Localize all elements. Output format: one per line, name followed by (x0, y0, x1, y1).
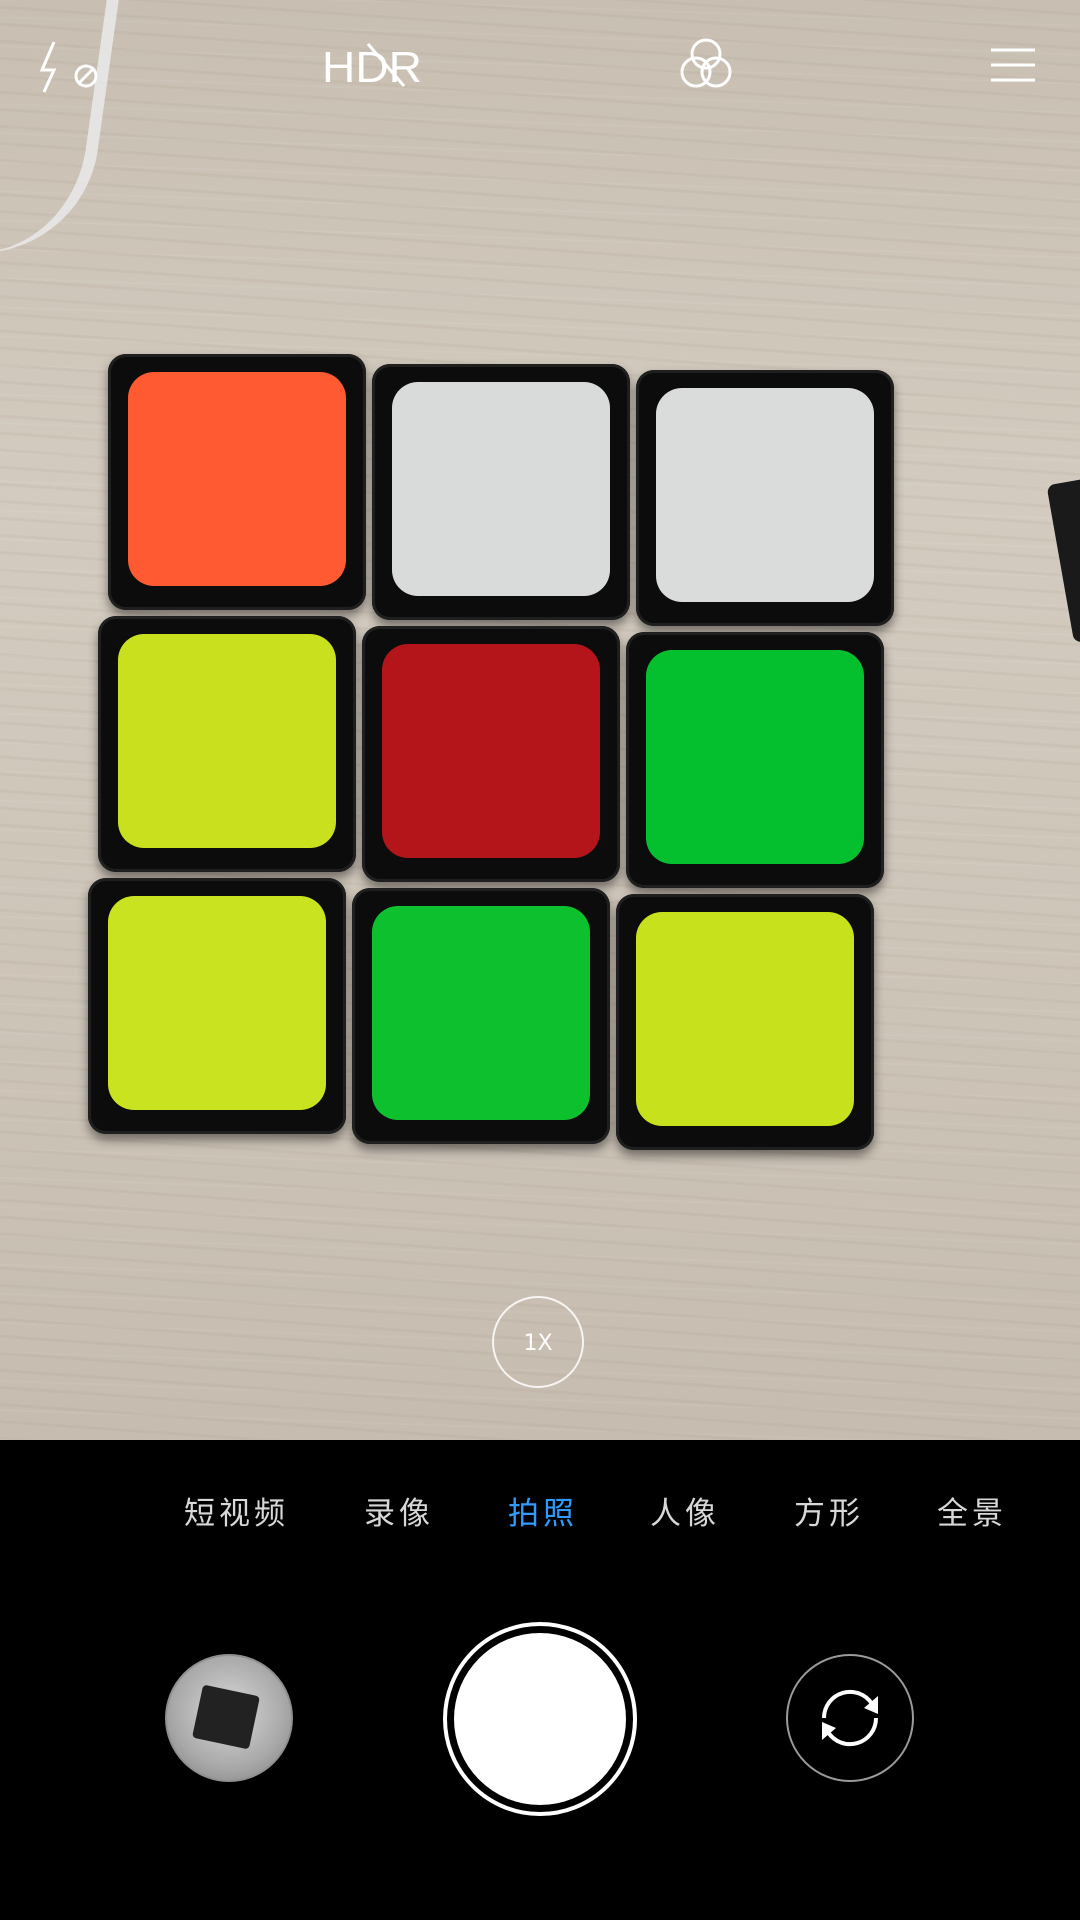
cube-cubie-r2-c0 (88, 878, 346, 1134)
menu-icon[interactable] (985, 30, 1041, 100)
cube-sticker (636, 912, 854, 1126)
mode-square[interactable]: 方形 (794, 1488, 864, 1533)
gallery-thumbnail[interactable] (165, 1654, 293, 1782)
cube-sticker (108, 896, 326, 1110)
shutter-button[interactable] (443, 1622, 637, 1816)
cube-cubie-r2-c1 (352, 888, 610, 1144)
mode-selector: 短视频 录像 拍照 人像 方形 全景 (0, 1470, 1080, 1550)
cube-cubie-r1-c1 (362, 626, 620, 882)
cube-sticker (392, 382, 610, 596)
cube-cubie-r0-c1 (372, 364, 630, 620)
zoom-button[interactable]: 1X (492, 1296, 584, 1388)
rubiks-cube (88, 354, 908, 1150)
mode-panorama[interactable]: 全景 (937, 1488, 1007, 1533)
shutter-inner (454, 1633, 626, 1805)
cube-cubie-r0-c2 (636, 370, 894, 626)
cube-sticker (656, 388, 874, 602)
mode-short-video[interactable]: 短视频 (184, 1488, 289, 1533)
gallery-preview-image (192, 1684, 260, 1750)
mode-portrait[interactable]: 人像 (650, 1488, 720, 1533)
cube-sticker (372, 906, 590, 1120)
viewfinder[interactable]: HDR 1X (0, 0, 1080, 1440)
cube-sticker (382, 644, 600, 858)
hdr-button[interactable]: HDR (318, 30, 428, 100)
object-in-scene (1046, 476, 1080, 644)
camera-app: HDR 1X 短视频 录像 拍照 人像 方形 全景 (0, 0, 1080, 1920)
cube-cubie-r2-c2 (616, 894, 874, 1150)
mode-photo[interactable]: 拍照 (508, 1488, 578, 1533)
cube-sticker (646, 650, 864, 864)
cube-sticker (118, 634, 336, 848)
cube-sticker (128, 372, 346, 586)
cube-cubie-r1-c0 (98, 616, 356, 872)
camera-switch-icon[interactable] (786, 1654, 914, 1782)
mode-video[interactable]: 录像 (364, 1488, 434, 1533)
flash-off-icon[interactable] (30, 30, 110, 100)
cube-cubie-r0-c0 (108, 354, 366, 610)
filter-circles-icon[interactable] (668, 30, 744, 100)
cube-cubie-r1-c2 (626, 632, 884, 888)
